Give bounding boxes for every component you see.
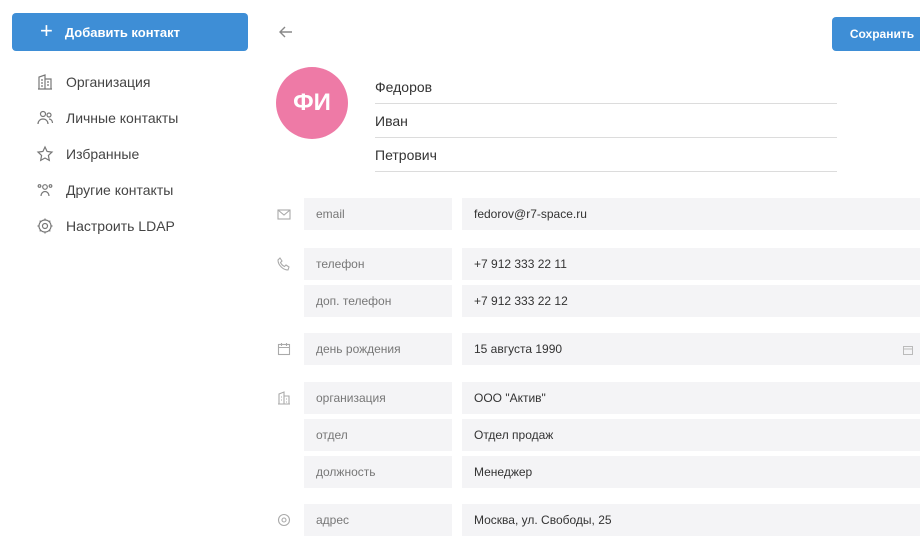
sidebar-item-label: Настроить LDAP xyxy=(66,218,175,234)
email-field[interactable]: fedorov@r7-space.ru xyxy=(462,198,920,230)
email-label[interactable]: email xyxy=(304,198,452,230)
save-button[interactable]: Сохранить xyxy=(832,17,920,51)
address-row: адрес Москва, ул. Свободы, 25 xyxy=(276,504,920,536)
department-label[interactable]: отдел xyxy=(304,419,452,451)
department-row: отдел Отдел продаж xyxy=(276,419,920,451)
phone2-label[interactable]: доп. телефон xyxy=(304,285,452,317)
sidebar-item-label: Избранные xyxy=(66,146,140,162)
sidebar-item-label: Другие контакты xyxy=(66,182,174,198)
address-label[interactable]: адрес xyxy=(304,504,452,536)
organization-row: организация ООО "Актив" xyxy=(276,382,920,414)
date-picker-icon[interactable] xyxy=(902,343,914,355)
position-label[interactable]: должность xyxy=(304,456,452,488)
sidebar-nav: Организация Личные контакты Избранные Др… xyxy=(36,64,256,244)
phone-field[interactable]: +7 912 333 22 11 xyxy=(462,248,920,280)
position-field[interactable]: Менеджер xyxy=(462,456,920,488)
birthday-row: день рождения 15 августа 1990 xyxy=(276,333,920,365)
location-icon xyxy=(276,512,292,528)
star-icon xyxy=(36,145,54,163)
building-icon xyxy=(276,390,292,406)
middle-name-field[interactable]: Петрович xyxy=(375,138,837,172)
last-name-field[interactable]: Федоров xyxy=(375,70,837,104)
add-contact-label: Добавить контакт xyxy=(64,24,181,40)
phone2-field[interactable]: +7 912 333 22 12 xyxy=(462,285,920,317)
building-icon xyxy=(36,73,54,91)
sidebar-item-ldap-settings[interactable]: Настроить LDAP xyxy=(36,208,256,244)
phone-row: телефон +7 912 333 22 11 xyxy=(276,248,920,280)
add-contact-button[interactable]: + Добавить контакт xyxy=(12,13,248,51)
sidebar-item-label: Организация xyxy=(66,74,151,90)
contacts-icon xyxy=(36,181,54,199)
first-name-field[interactable]: Иван xyxy=(375,104,837,138)
organization-field[interactable]: ООО "Актив" xyxy=(462,382,920,414)
phone-icon xyxy=(276,256,292,272)
mail-icon xyxy=(276,206,292,222)
arrow-left-icon[interactable] xyxy=(276,22,296,42)
phone2-row: доп. телефон +7 912 333 22 12 xyxy=(276,285,920,317)
organization-label[interactable]: организация xyxy=(304,382,452,414)
birthday-field[interactable]: 15 августа 1990 xyxy=(462,333,920,365)
birthday-label[interactable]: день рождения xyxy=(304,333,452,365)
sidebar-item-other-contacts[interactable]: Другие контакты xyxy=(36,172,256,208)
calendar-icon xyxy=(276,341,292,357)
department-field[interactable]: Отдел продаж xyxy=(462,419,920,451)
phone-label[interactable]: телефон xyxy=(304,248,452,280)
email-row: email fedorov@r7-space.ru xyxy=(276,198,920,230)
address-field[interactable]: Москва, ул. Свободы, 25 xyxy=(462,504,920,536)
avatar[interactable]: ФИ xyxy=(276,67,348,139)
position-row: должность Менеджер xyxy=(276,456,920,488)
sidebar-item-label: Личные контакты xyxy=(66,110,179,126)
users-icon xyxy=(36,109,54,127)
sidebar-item-favorites[interactable]: Избранные xyxy=(36,136,256,172)
sidebar-item-personal-contacts[interactable]: Личные контакты xyxy=(36,100,256,136)
plus-icon: + xyxy=(40,18,53,43)
sidebar-item-organization[interactable]: Организация xyxy=(36,64,256,100)
gear-icon xyxy=(36,217,54,235)
